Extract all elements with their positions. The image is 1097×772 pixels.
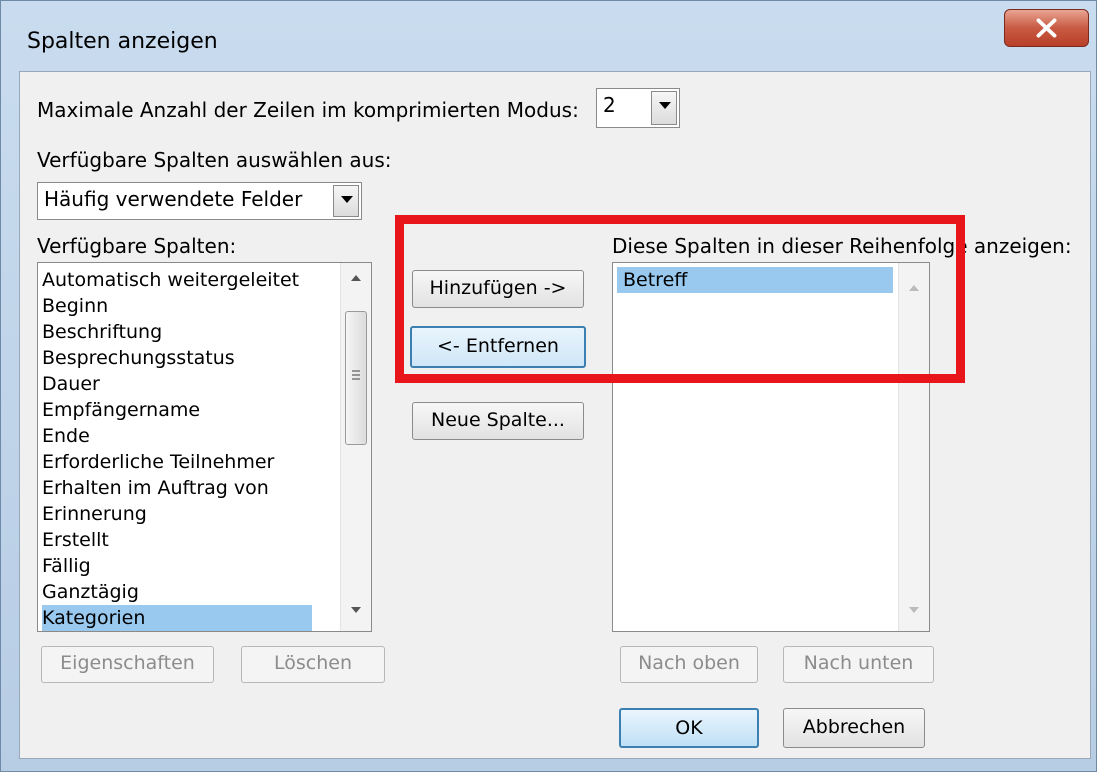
scroll-down-icon[interactable] xyxy=(909,607,919,613)
source-value: Häufig verwendete Felder xyxy=(44,187,303,211)
cancel-button[interactable]: Abbrechen xyxy=(783,708,925,748)
list-item[interactable]: Besprechungsstatus xyxy=(42,345,312,371)
window-title: Spalten anzeigen xyxy=(27,29,218,54)
max-rows-label: Maximale Anzahl der Zeilen im komprimier… xyxy=(37,98,579,122)
move-down-button[interactable]: Nach unten xyxy=(783,646,934,683)
scroll-down-icon[interactable] xyxy=(351,607,361,613)
list-item[interactable]: Kategorien xyxy=(42,605,312,631)
list-item[interactable]: Erforderliche Teilnehmer xyxy=(42,449,312,475)
list-item[interactable]: Empfängername xyxy=(42,397,312,423)
new-column-button[interactable]: Neue Spalte... xyxy=(412,402,584,440)
dialog-window: Spalten anzeigen Maximale Anzahl der Zei… xyxy=(0,0,1097,772)
source-select[interactable]: Häufig verwendete Felder xyxy=(37,182,362,220)
list-item[interactable]: Ganztägig xyxy=(42,579,312,605)
chevron-down-icon[interactable] xyxy=(333,185,359,217)
list-item[interactable]: Beginn xyxy=(42,293,312,319)
scroll-up-icon[interactable] xyxy=(351,275,361,281)
source-label: Verfügbare Spalten auswählen aus: xyxy=(37,148,392,172)
grip-icon xyxy=(352,370,360,380)
max-rows-value: 2 xyxy=(603,93,616,117)
close-icon xyxy=(1036,18,1057,38)
title-bar[interactable]: Spalten anzeigen xyxy=(1,1,1096,71)
list-item[interactable]: Ende xyxy=(42,423,312,449)
list-item[interactable]: Fällig xyxy=(42,553,312,579)
close-button[interactable] xyxy=(1004,9,1089,47)
list-item[interactable]: Erinnerung xyxy=(42,501,312,527)
red-annotation-box xyxy=(395,215,965,383)
dialog-client-area: Maximale Anzahl der Zeilen im komprimier… xyxy=(19,71,1091,759)
scrollbar-thumb[interactable] xyxy=(345,311,367,445)
list-item[interactable]: Automatisch weitergeleitet xyxy=(42,267,312,293)
list-item[interactable]: Erhalten im Auftrag von xyxy=(42,475,312,501)
max-rows-select[interactable]: 2 xyxy=(596,88,680,128)
ok-button[interactable]: OK xyxy=(619,708,759,748)
move-up-button[interactable]: Nach oben xyxy=(620,646,758,683)
list-item[interactable]: Erstellt xyxy=(42,527,312,553)
properties-button[interactable]: Eigenschaften xyxy=(41,646,214,683)
list-item[interactable]: Beschriftung xyxy=(42,319,312,345)
delete-button[interactable]: Löschen xyxy=(241,646,385,683)
available-columns-label: Verfügbare Spalten: xyxy=(37,234,237,258)
available-columns-list[interactable]: Automatisch weitergeleitet Beginn Beschrif… xyxy=(37,262,372,632)
list-item[interactable]: Dauer xyxy=(42,371,312,397)
available-scrollbar[interactable] xyxy=(340,263,371,631)
chevron-down-icon[interactable] xyxy=(651,91,677,125)
